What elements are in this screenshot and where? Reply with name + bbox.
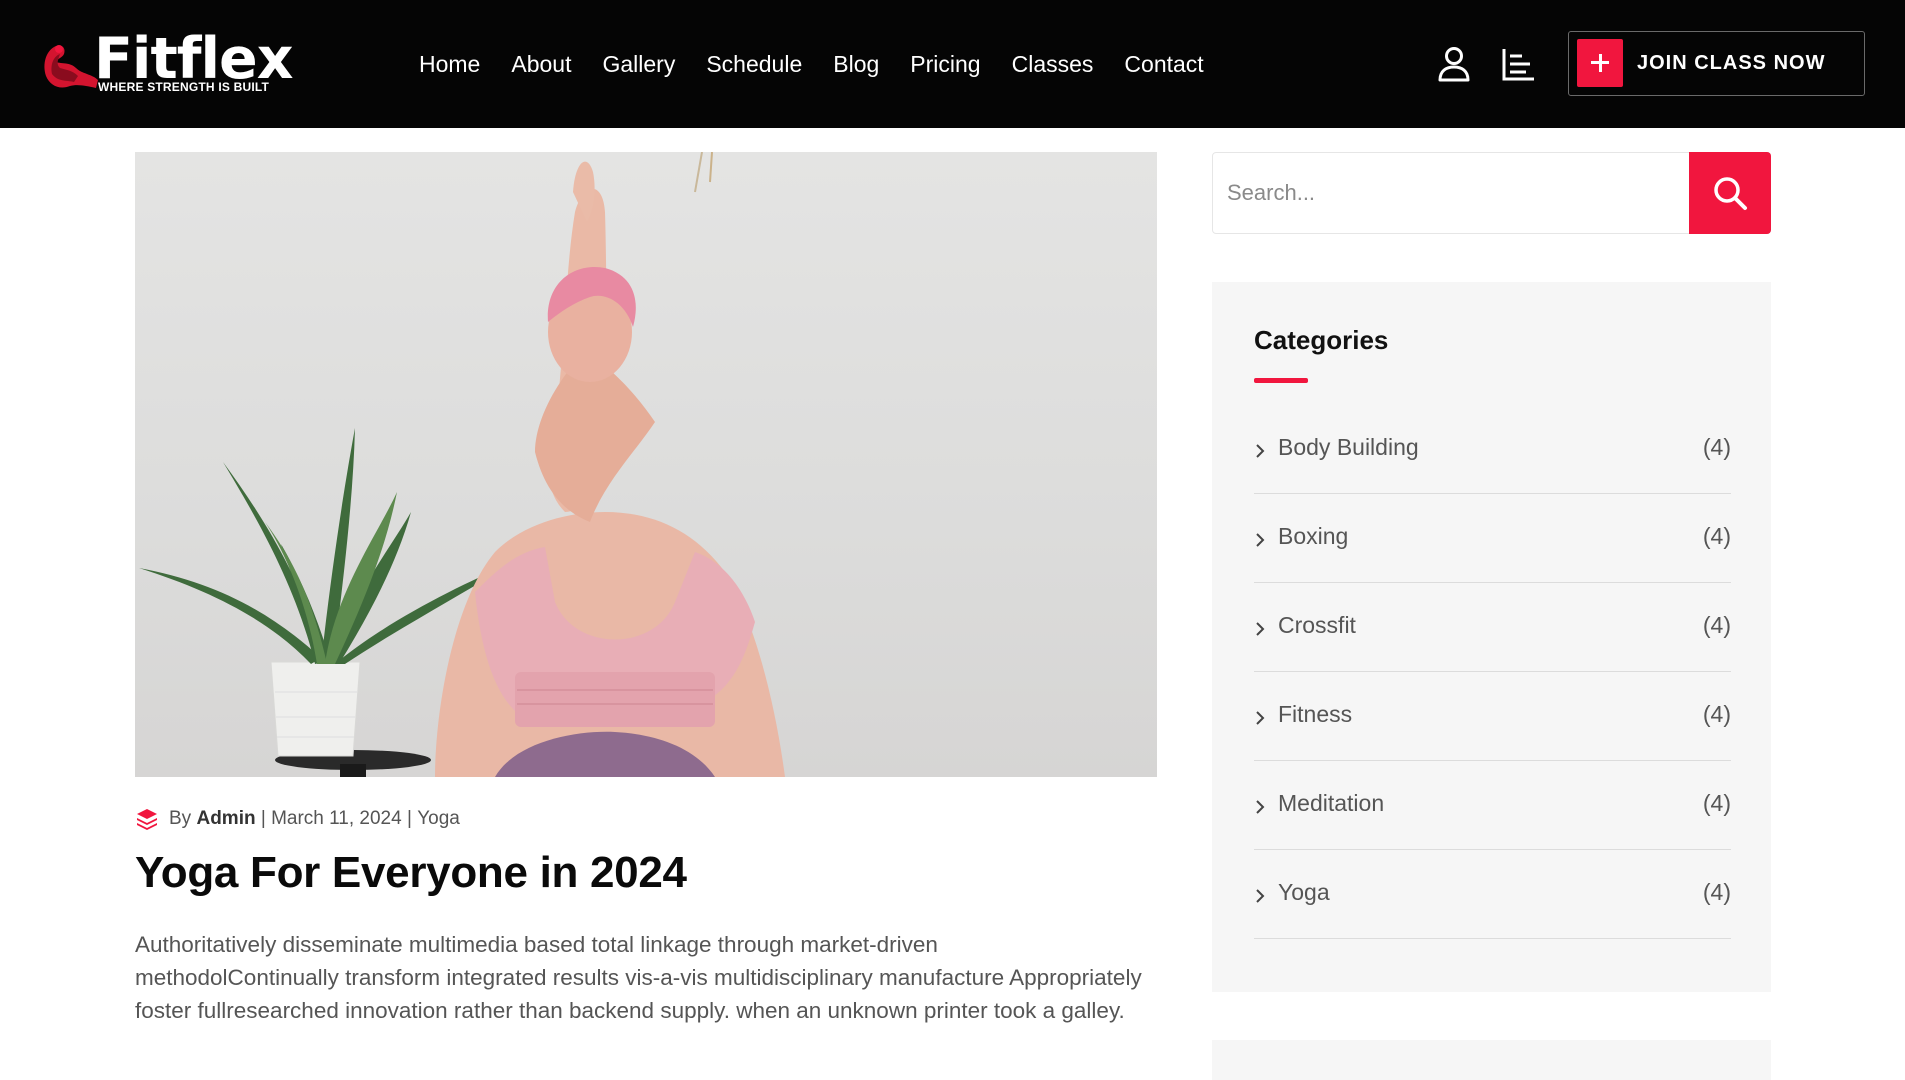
post-meta: By Admin | March 11, 2024 | Yoga bbox=[135, 806, 460, 832]
meta-by: By bbox=[169, 808, 192, 829]
category-count: (4) bbox=[1702, 879, 1731, 905]
category-item-body-building[interactable]: Body Building (4) bbox=[1254, 405, 1731, 494]
search-input[interactable] bbox=[1227, 173, 1677, 213]
category-name: Body Building bbox=[1278, 434, 1419, 460]
site-logo[interactable]: Fitflex WHERE STRENGTH IS BUILT bbox=[40, 28, 293, 98]
layers-icon bbox=[137, 809, 157, 830]
categories-widget: Categories Body Building (4) Boxing (4) … bbox=[1212, 282, 1771, 992]
category-name: Meditation bbox=[1278, 790, 1385, 816]
meta-separator: | bbox=[406, 808, 412, 829]
category-item-fitness[interactable]: Fitness (4) bbox=[1254, 672, 1731, 761]
user-icon[interactable] bbox=[1434, 44, 1474, 84]
post-featured-image[interactable] bbox=[135, 152, 1157, 777]
category-item-yoga[interactable]: Yoga (4) bbox=[1254, 850, 1731, 939]
category-item-boxing[interactable]: Boxing (4) bbox=[1254, 494, 1731, 583]
categories-list: Body Building (4) Boxing (4) Crossfit (4… bbox=[1254, 405, 1731, 939]
nav-gallery[interactable]: Gallery bbox=[602, 44, 675, 84]
site-header: Fitflex WHERE STRENGTH IS BUILT Home Abo… bbox=[0, 0, 1905, 128]
nav-contact[interactable]: Contact bbox=[1124, 44, 1203, 84]
chevron-right-icon bbox=[1256, 800, 1265, 814]
category-count: (4) bbox=[1702, 701, 1731, 727]
nav-blog[interactable]: Blog bbox=[833, 44, 879, 84]
nav-schedule[interactable]: Schedule bbox=[706, 44, 802, 84]
meta-date: March 11, 2024 bbox=[271, 808, 402, 829]
category-count: (4) bbox=[1702, 790, 1731, 816]
category-name: Crossfit bbox=[1278, 612, 1356, 638]
bar-menu-icon[interactable] bbox=[1498, 44, 1538, 84]
meta-author[interactable]: Admin bbox=[196, 808, 255, 830]
category-name: Yoga bbox=[1278, 879, 1330, 905]
meta-separator: | bbox=[260, 808, 266, 829]
category-name: Boxing bbox=[1278, 523, 1349, 549]
category-count: (4) bbox=[1702, 612, 1731, 638]
search-button[interactable] bbox=[1689, 152, 1771, 234]
categories-title: Categories bbox=[1254, 325, 1389, 355]
category-count: (4) bbox=[1702, 434, 1731, 460]
category-name: Fitness bbox=[1278, 701, 1353, 727]
chevron-right-icon bbox=[1256, 889, 1265, 903]
nav-about[interactable]: About bbox=[511, 44, 571, 84]
nav-classes[interactable]: Classes bbox=[1012, 44, 1094, 84]
yoga-photo-illustration bbox=[139, 152, 785, 777]
meta-category[interactable]: Yoga bbox=[417, 808, 460, 830]
title-underline bbox=[1254, 378, 1308, 383]
join-class-label: JOIN CLASS NOW bbox=[1637, 52, 1826, 74]
chevron-right-icon bbox=[1256, 444, 1265, 458]
chevron-right-icon bbox=[1256, 711, 1265, 725]
chevron-right-icon bbox=[1256, 622, 1265, 636]
search-icon bbox=[1714, 177, 1747, 210]
main-nav: Home About Gallery Schedule Blog Pricing… bbox=[419, 44, 1235, 84]
chevron-right-icon bbox=[1256, 533, 1265, 547]
nav-home[interactable]: Home bbox=[419, 44, 480, 84]
sidebar-search bbox=[1212, 152, 1771, 234]
post-excerpt: Authoritatively disseminate multimedia b… bbox=[135, 932, 1142, 1023]
category-item-meditation[interactable]: Meditation (4) bbox=[1254, 761, 1731, 850]
category-count: (4) bbox=[1702, 523, 1731, 549]
nav-pricing[interactable]: Pricing bbox=[910, 44, 980, 84]
plus-icon bbox=[1577, 39, 1623, 87]
logo-tagline: WHERE STRENGTH IS BUILT bbox=[98, 80, 270, 94]
post-title[interactable]: Yoga For Everyone in 2024 bbox=[135, 848, 687, 898]
category-item-crossfit[interactable]: Crossfit (4) bbox=[1254, 583, 1731, 672]
next-sidebar-widget bbox=[1212, 1040, 1771, 1080]
join-class-button[interactable]: JOIN CLASS NOW bbox=[1568, 31, 1865, 96]
